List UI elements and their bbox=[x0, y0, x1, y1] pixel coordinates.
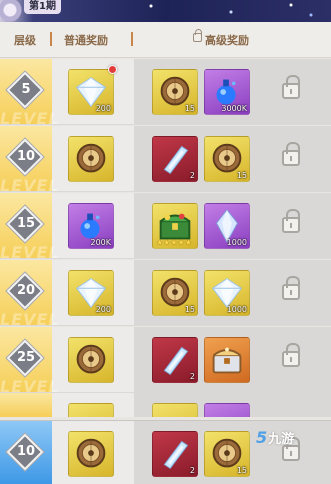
item-quantity: 15 bbox=[184, 305, 195, 314]
notification-dot bbox=[108, 65, 117, 74]
reward-row-partial bbox=[0, 393, 331, 417]
lock-icon bbox=[282, 142, 300, 166]
item-quantity: 200K bbox=[90, 238, 111, 247]
header-separator bbox=[131, 32, 133, 46]
lock-icon bbox=[282, 343, 300, 367]
coin-reward-item[interactable]: 15 bbox=[152, 270, 198, 316]
top-banner: 第1期 bbox=[0, 0, 331, 22]
reward-item[interactable] bbox=[68, 403, 114, 417]
orange-chest-reward-item[interactable] bbox=[204, 337, 250, 383]
item-quantity: 2 bbox=[189, 171, 195, 180]
crystal-reward-item[interactable]: 1000 bbox=[204, 203, 250, 249]
item-quantity: 200 bbox=[95, 104, 111, 113]
scroll-reward-item[interactable]: 2 bbox=[152, 337, 198, 383]
item-quantity: 15 bbox=[236, 171, 247, 180]
coin-reward-item[interactable]: 15 bbox=[204, 431, 250, 477]
scroll-reward-item[interactable]: 2 bbox=[152, 431, 198, 477]
item-quantity: 200 bbox=[95, 305, 111, 314]
header-premium-reward: 高级奖励 bbox=[205, 34, 249, 47]
coin-reward-item[interactable]: 15 bbox=[152, 69, 198, 115]
lock-icon bbox=[193, 29, 202, 42]
period-label: 第1期 bbox=[24, 0, 61, 14]
header-separator bbox=[50, 32, 52, 46]
level-number: 15 bbox=[16, 216, 36, 231]
logo-mark: 5 bbox=[256, 428, 268, 447]
reward-row: LEVEL 25 2 bbox=[0, 327, 331, 396]
lock-icon bbox=[282, 75, 300, 99]
watermark-logo: 5九游 bbox=[256, 428, 330, 454]
reward-row: LEVEL 5 200 15 3000K bbox=[0, 59, 331, 128]
avatar-decoration bbox=[0, 0, 22, 22]
level-number: 20 bbox=[16, 283, 36, 298]
reward-item[interactable] bbox=[204, 403, 250, 417]
item-quantity: 2 bbox=[189, 466, 195, 475]
coin-reward-item[interactable] bbox=[68, 337, 114, 383]
coin-icon bbox=[76, 438, 106, 468]
coin-icon bbox=[76, 143, 106, 173]
scroll-reward-item[interactable]: 2 bbox=[152, 136, 198, 182]
coin-reward-item[interactable]: 15 bbox=[204, 136, 250, 182]
header-level: 层级 bbox=[14, 34, 36, 47]
coin-icon bbox=[76, 344, 106, 374]
reward-item[interactable] bbox=[152, 403, 198, 417]
level-number: 25 bbox=[16, 350, 36, 365]
lock-icon bbox=[282, 276, 300, 300]
level-background bbox=[0, 393, 52, 417]
reward-row: LEVEL 20 200 15 1000 bbox=[0, 260, 331, 329]
level-number: 5 bbox=[21, 82, 31, 97]
header-normal-reward: 普通奖励 bbox=[64, 34, 108, 47]
star-rating: ★★★★★ bbox=[156, 238, 192, 247]
potion-reward-item[interactable]: 3000K bbox=[204, 69, 250, 115]
starry-background bbox=[111, 0, 331, 22]
item-quantity: 2 bbox=[189, 372, 195, 381]
lock-icon bbox=[282, 209, 300, 233]
orange-chest-icon bbox=[212, 347, 242, 374]
diamond-reward-item[interactable]: 200 bbox=[68, 270, 114, 316]
level-number: 10 bbox=[16, 444, 36, 459]
item-quantity: 1000 bbox=[226, 305, 247, 314]
item-quantity: 1000 bbox=[226, 238, 247, 247]
logo-text: 九游 bbox=[268, 432, 295, 447]
treasure-chest-reward-item[interactable]: ★★★★★ bbox=[152, 203, 198, 249]
reward-row: LEVEL 15 200K ★★★★★ 1000 bbox=[0, 193, 331, 262]
potion-reward-item[interactable]: 200K bbox=[68, 203, 114, 249]
coin-reward-item[interactable] bbox=[68, 136, 114, 182]
item-quantity: 15 bbox=[236, 466, 247, 475]
coin-reward-item[interactable] bbox=[68, 431, 114, 477]
level-number: 10 bbox=[16, 149, 36, 164]
reward-row: LEVEL 10 2 15 bbox=[0, 126, 331, 195]
diamond-reward-item[interactable]: 1000 bbox=[204, 270, 250, 316]
item-quantity: 3000K bbox=[221, 104, 247, 113]
diamond-reward-item[interactable]: 200 bbox=[68, 69, 114, 115]
item-quantity: 15 bbox=[184, 104, 195, 113]
reward-table-header: 层级 普通奖励 高级奖励 bbox=[0, 22, 331, 58]
